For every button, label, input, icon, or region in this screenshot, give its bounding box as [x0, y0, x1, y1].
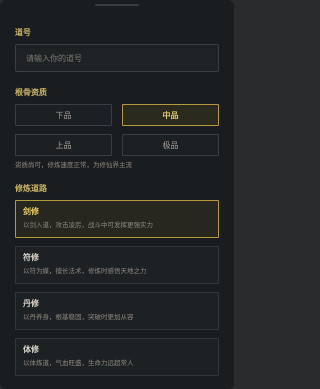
path-option-description: 以体炼道，气血旺盛，生命力远超常人	[23, 359, 134, 367]
path-option-body[interactable]: 体修 以体炼道，气血旺盛，生命力远超常人	[15, 338, 219, 376]
cultivation-path-list: 剑修 以剑入道，攻击凌厉，战斗中可发挥更强实力 符修 以符为媒，擅长法术，修炼时…	[15, 200, 219, 384]
dao-name-input[interactable]	[15, 44, 219, 72]
root-quality-description: 资质尚可，修炼速度正常，为修仙界主流	[15, 161, 132, 169]
path-option-title: 符修	[23, 253, 39, 262]
path-option-sword[interactable]: 剑修 以剑入道，攻击凌厉，战斗中可发挥更强实力	[15, 200, 219, 238]
cultivation-path-label: 修炼道路	[15, 184, 47, 193]
character-creation-panel: 道号 根骨资质 下品 中品 上品 极品 资质尚可，修炼速度正常，为修仙界主流 修…	[0, 0, 234, 389]
path-option-title: 体修	[23, 345, 39, 354]
path-option-description: 以符为媒，擅长法术，修炼时感悟天地之力	[23, 267, 147, 275]
path-option-title: 剑修	[23, 207, 39, 216]
root-option-supreme[interactable]: 极品	[122, 134, 219, 156]
root-quality-options: 下品 中品 上品 极品	[15, 104, 219, 156]
path-option-alchemy[interactable]: 丹修 以丹养身，根基稳固，突破时更加从容	[15, 292, 219, 330]
root-option-lower[interactable]: 下品	[15, 104, 112, 126]
path-option-description: 以剑入道，攻击凌厉，战斗中可发挥更强实力	[23, 221, 153, 229]
path-option-description: 以丹养身，根基稳固，突破时更加从容	[23, 313, 134, 321]
drag-handle[interactable]	[95, 4, 139, 6]
dao-name-label: 道号	[15, 28, 31, 37]
root-option-upper[interactable]: 上品	[15, 134, 112, 156]
path-option-title: 丹修	[23, 299, 39, 308]
path-option-talisman[interactable]: 符修 以符为媒，擅长法术，修炼时感悟天地之力	[15, 246, 219, 284]
root-option-middle[interactable]: 中品	[122, 104, 219, 126]
root-quality-label: 根骨资质	[15, 88, 47, 97]
